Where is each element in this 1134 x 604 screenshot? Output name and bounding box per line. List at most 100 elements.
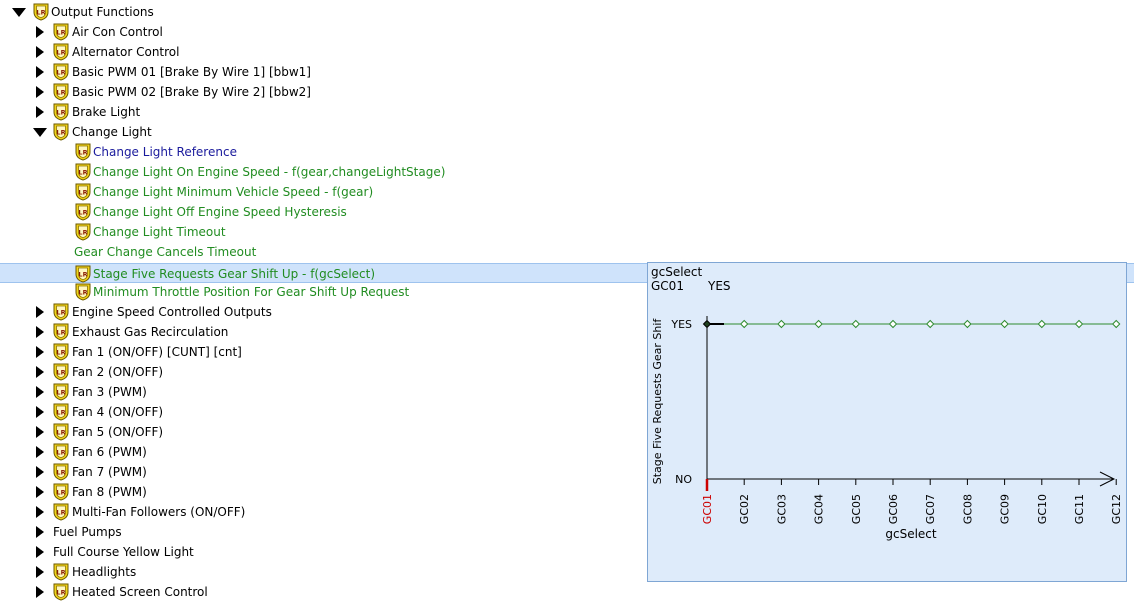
tree-item-label: Fan 2 (ON/OFF): [72, 365, 164, 379]
lr-shield-icon: LR: [53, 43, 69, 61]
tree-item-label: Output Functions: [51, 5, 154, 19]
tree-item-label: Brake Light: [72, 105, 141, 119]
expand-arrow-icon[interactable]: [36, 446, 44, 458]
tree-subitem[interactable]: LR Change Light Timeout: [0, 222, 1134, 242]
svg-text:LR: LR: [56, 409, 65, 417]
lr-shield-icon: LR: [75, 283, 91, 301]
tree-item-label: Full Course Yellow Light: [53, 545, 194, 559]
collapse-arrow-icon[interactable]: [12, 8, 26, 17]
tree-item-label: Fan 8 (PWM): [72, 485, 147, 499]
svg-text:LR: LR: [56, 509, 65, 517]
data-point: [1111, 319, 1121, 329]
tree-subitem[interactable]: LR Change Light On Engine Speed - f(gear,…: [0, 162, 1134, 182]
x-tick-label: GC08: [961, 494, 974, 524]
x-tick-label: GC05: [850, 494, 863, 524]
expand-arrow-icon[interactable]: [36, 326, 44, 338]
lr-shield-icon: LR: [53, 443, 69, 461]
tree-item[interactable]: LR Basic PWM 01 [Brake By Wire 1] [bbw1]: [0, 62, 1134, 82]
tree-item[interactable]: LR Alternator Control: [0, 42, 1134, 62]
tree-item-label: Change Light Timeout: [93, 225, 226, 239]
tree-item[interactable]: LR Brake Light: [0, 102, 1134, 122]
expand-arrow-icon[interactable]: [36, 546, 44, 558]
expand-arrow-icon[interactable]: [36, 86, 44, 98]
lr-shield-icon: LR: [53, 343, 69, 361]
svg-text:LR: LR: [56, 129, 65, 137]
data-point: [1037, 319, 1047, 329]
tree-subitem[interactable]: LR Change Light Minimum Vehicle Speed - f…: [0, 182, 1134, 202]
expand-arrow-icon[interactable]: [36, 506, 44, 518]
expand-arrow-icon[interactable]: [36, 426, 44, 438]
table-graph-panel[interactable]: gcSelect GC01 YES YES NO Stage Five Reques…: [647, 262, 1127, 582]
tree-item[interactable]: LR Heated Screen Control: [0, 582, 1134, 602]
tree-item-label: Fan 6 (PWM): [72, 445, 147, 459]
svg-text:LR: LR: [56, 489, 65, 497]
data-point: [739, 319, 749, 329]
tree-root-output-functions[interactable]: LR Output Functions: [0, 2, 1134, 22]
expand-arrow-icon[interactable]: [36, 466, 44, 478]
tree-subitem[interactable]: LR Change Light Off Engine Speed Hysteres…: [0, 202, 1134, 222]
tree-item-label: Multi-Fan Followers (ON/OFF): [72, 505, 246, 519]
data-point: [963, 319, 972, 329]
x-tick-label: GC04: [813, 494, 826, 524]
lr-shield-icon: LR: [75, 163, 91, 181]
data-point: [925, 319, 935, 329]
lr-shield-icon: LR: [53, 103, 69, 121]
tree-item-label: Fan 5 (ON/OFF): [72, 425, 164, 439]
tree-item-label: Fan 3 (PWM): [72, 385, 147, 399]
lr-shield-icon: LR: [53, 403, 69, 421]
expand-arrow-icon[interactable]: [36, 346, 44, 358]
svg-text:LR: LR: [36, 9, 45, 17]
lr-shield-icon: LR: [75, 223, 91, 241]
lr-shield-icon: LR: [75, 183, 91, 201]
expand-arrow-icon[interactable]: [36, 306, 44, 318]
expand-arrow-icon[interactable]: [36, 46, 44, 58]
expand-arrow-icon[interactable]: [36, 486, 44, 498]
svg-text:LR: LR: [56, 69, 65, 77]
lr-shield-icon: LR: [53, 583, 69, 601]
lr-shield-icon: LR: [33, 3, 49, 21]
gear-shift-chart[interactable]: YES NO Stage Five Requests Gear Shif GC01 GC…: [648, 263, 1126, 581]
svg-text:LR: LR: [56, 589, 65, 597]
data-point: [1074, 319, 1084, 329]
x-tick-label: GC03: [775, 494, 788, 524]
svg-text:LR: LR: [56, 349, 65, 357]
expand-arrow-icon[interactable]: [36, 366, 44, 378]
expand-arrow-icon[interactable]: [36, 406, 44, 418]
tree-item-label: Change Light On Engine Speed - f(gear,ch…: [93, 165, 446, 179]
tree-subitem[interactable]: LR Change Light Reference: [0, 142, 1134, 162]
svg-text:LR: LR: [56, 89, 65, 97]
tree-item[interactable]: LR Air Con Control: [0, 22, 1134, 42]
expand-arrow-icon[interactable]: [36, 66, 44, 78]
data-point: [888, 319, 898, 329]
expand-arrow-icon[interactable]: [36, 566, 44, 578]
svg-text:LR: LR: [78, 189, 87, 197]
expand-arrow-icon[interactable]: [36, 26, 44, 38]
tree-item-label: Basic PWM 01 [Brake By Wire 1] [bbw1]: [72, 65, 311, 79]
data-point: [777, 319, 786, 329]
tree-item-label: Fan 4 (ON/OFF): [72, 405, 164, 419]
data-point: [702, 319, 712, 329]
expand-arrow-icon[interactable]: [36, 526, 44, 538]
svg-text:LR: LR: [56, 369, 65, 377]
svg-text:LR: LR: [56, 309, 65, 317]
lr-shield-icon: LR: [53, 23, 69, 41]
tree-item-label: Fan 7 (PWM): [72, 465, 147, 479]
lr-shield-icon: LR: [53, 83, 69, 101]
expand-arrow-icon[interactable]: [36, 386, 44, 398]
lr-shield-icon: LR: [75, 143, 91, 161]
tree-subitem[interactable]: Gear Change Cancels Timeout: [0, 242, 1134, 262]
expand-arrow-icon[interactable]: [36, 586, 44, 598]
data-point: [814, 319, 823, 329]
svg-text:LR: LR: [56, 569, 65, 577]
tree-item[interactable]: LR Change Light: [0, 122, 1134, 142]
expand-arrow-icon[interactable]: [36, 106, 44, 118]
svg-text:LR: LR: [78, 149, 87, 157]
x-tick-label: GC06: [887, 494, 900, 524]
tree-item-label: Air Con Control: [72, 25, 163, 39]
tree-item[interactable]: LR Basic PWM 02 [Brake By Wire 2] [bbw2]: [0, 82, 1134, 102]
tree-item-label: Change Light: [72, 125, 152, 139]
svg-text:LR: LR: [56, 449, 65, 457]
tree-item-label: Fan 1 (ON/OFF) [CUNT] [cnt]: [72, 345, 242, 359]
ytick-label-yes: YES: [670, 318, 692, 331]
collapse-arrow-icon[interactable]: [33, 128, 47, 137]
